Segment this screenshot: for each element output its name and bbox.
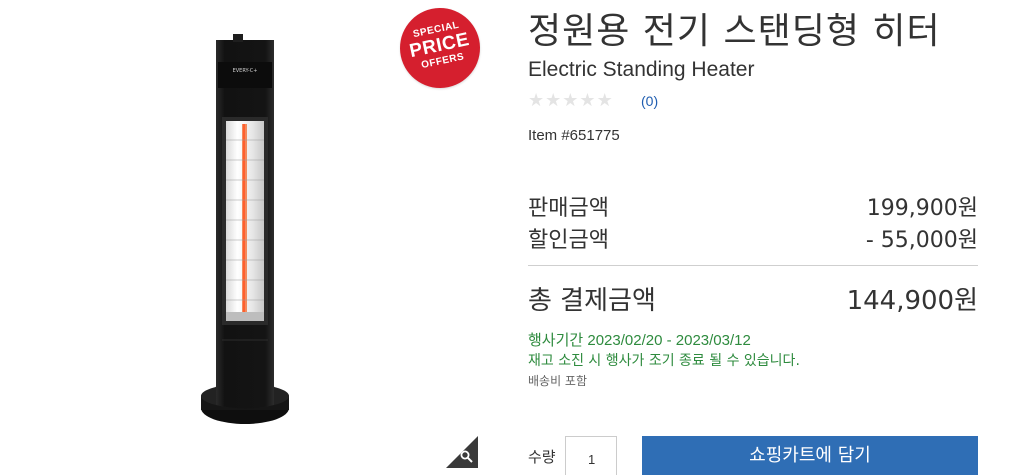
discount-value: - 55,000원	[865, 228, 978, 253]
discount-row: 할인금액 - 55,000원	[528, 222, 978, 254]
brand-mark: EVERY-C+	[233, 68, 258, 74]
price-divider	[528, 265, 978, 266]
discount-label: 할인금액	[528, 228, 609, 253]
star-icon: ★	[545, 90, 562, 111]
quantity-field[interactable]	[565, 436, 617, 475]
total-price-row: 총 결제금액 144,900원	[528, 280, 978, 317]
star-icon: ★	[562, 90, 579, 111]
item-number: Item #651775	[528, 127, 620, 144]
sale-price-value: 199,900원	[866, 196, 978, 221]
sale-price-label: 판매금액	[528, 196, 609, 221]
total-price-value: 144,900원	[846, 286, 978, 316]
total-price-label: 총 결제금액	[528, 286, 656, 316]
product-image-area[interactable]: EVERY-C+ SPECIAL PRICE OFFERS	[0, 0, 488, 475]
shipping-info: 배송비 포함	[528, 374, 588, 388]
product-title-korean: 정원용 전기 스탠딩형 히터	[528, 11, 941, 52]
quantity-input[interactable]	[566, 437, 616, 475]
quantity-label: 수량	[528, 448, 556, 466]
review-count-link[interactable]: (0)	[641, 93, 658, 109]
star-icon: ★	[528, 90, 545, 111]
star-icon: ★	[579, 90, 596, 111]
rating-stars[interactable]: ★ ★ ★ ★ ★	[528, 91, 613, 111]
add-to-cart-button[interactable]: 쇼핑카트에 담기	[642, 436, 978, 475]
product-title-english: Electric Standing Heater	[528, 58, 755, 81]
sale-price-row: 판매금액 199,900원	[528, 190, 978, 222]
star-icon: ★	[596, 90, 613, 111]
promo-period: 행사기간 2023/02/20 - 2023/03/12	[528, 332, 751, 349]
promo-note: 재고 소진 시 행사가 조기 종료 될 수 있습니다.	[528, 353, 800, 369]
